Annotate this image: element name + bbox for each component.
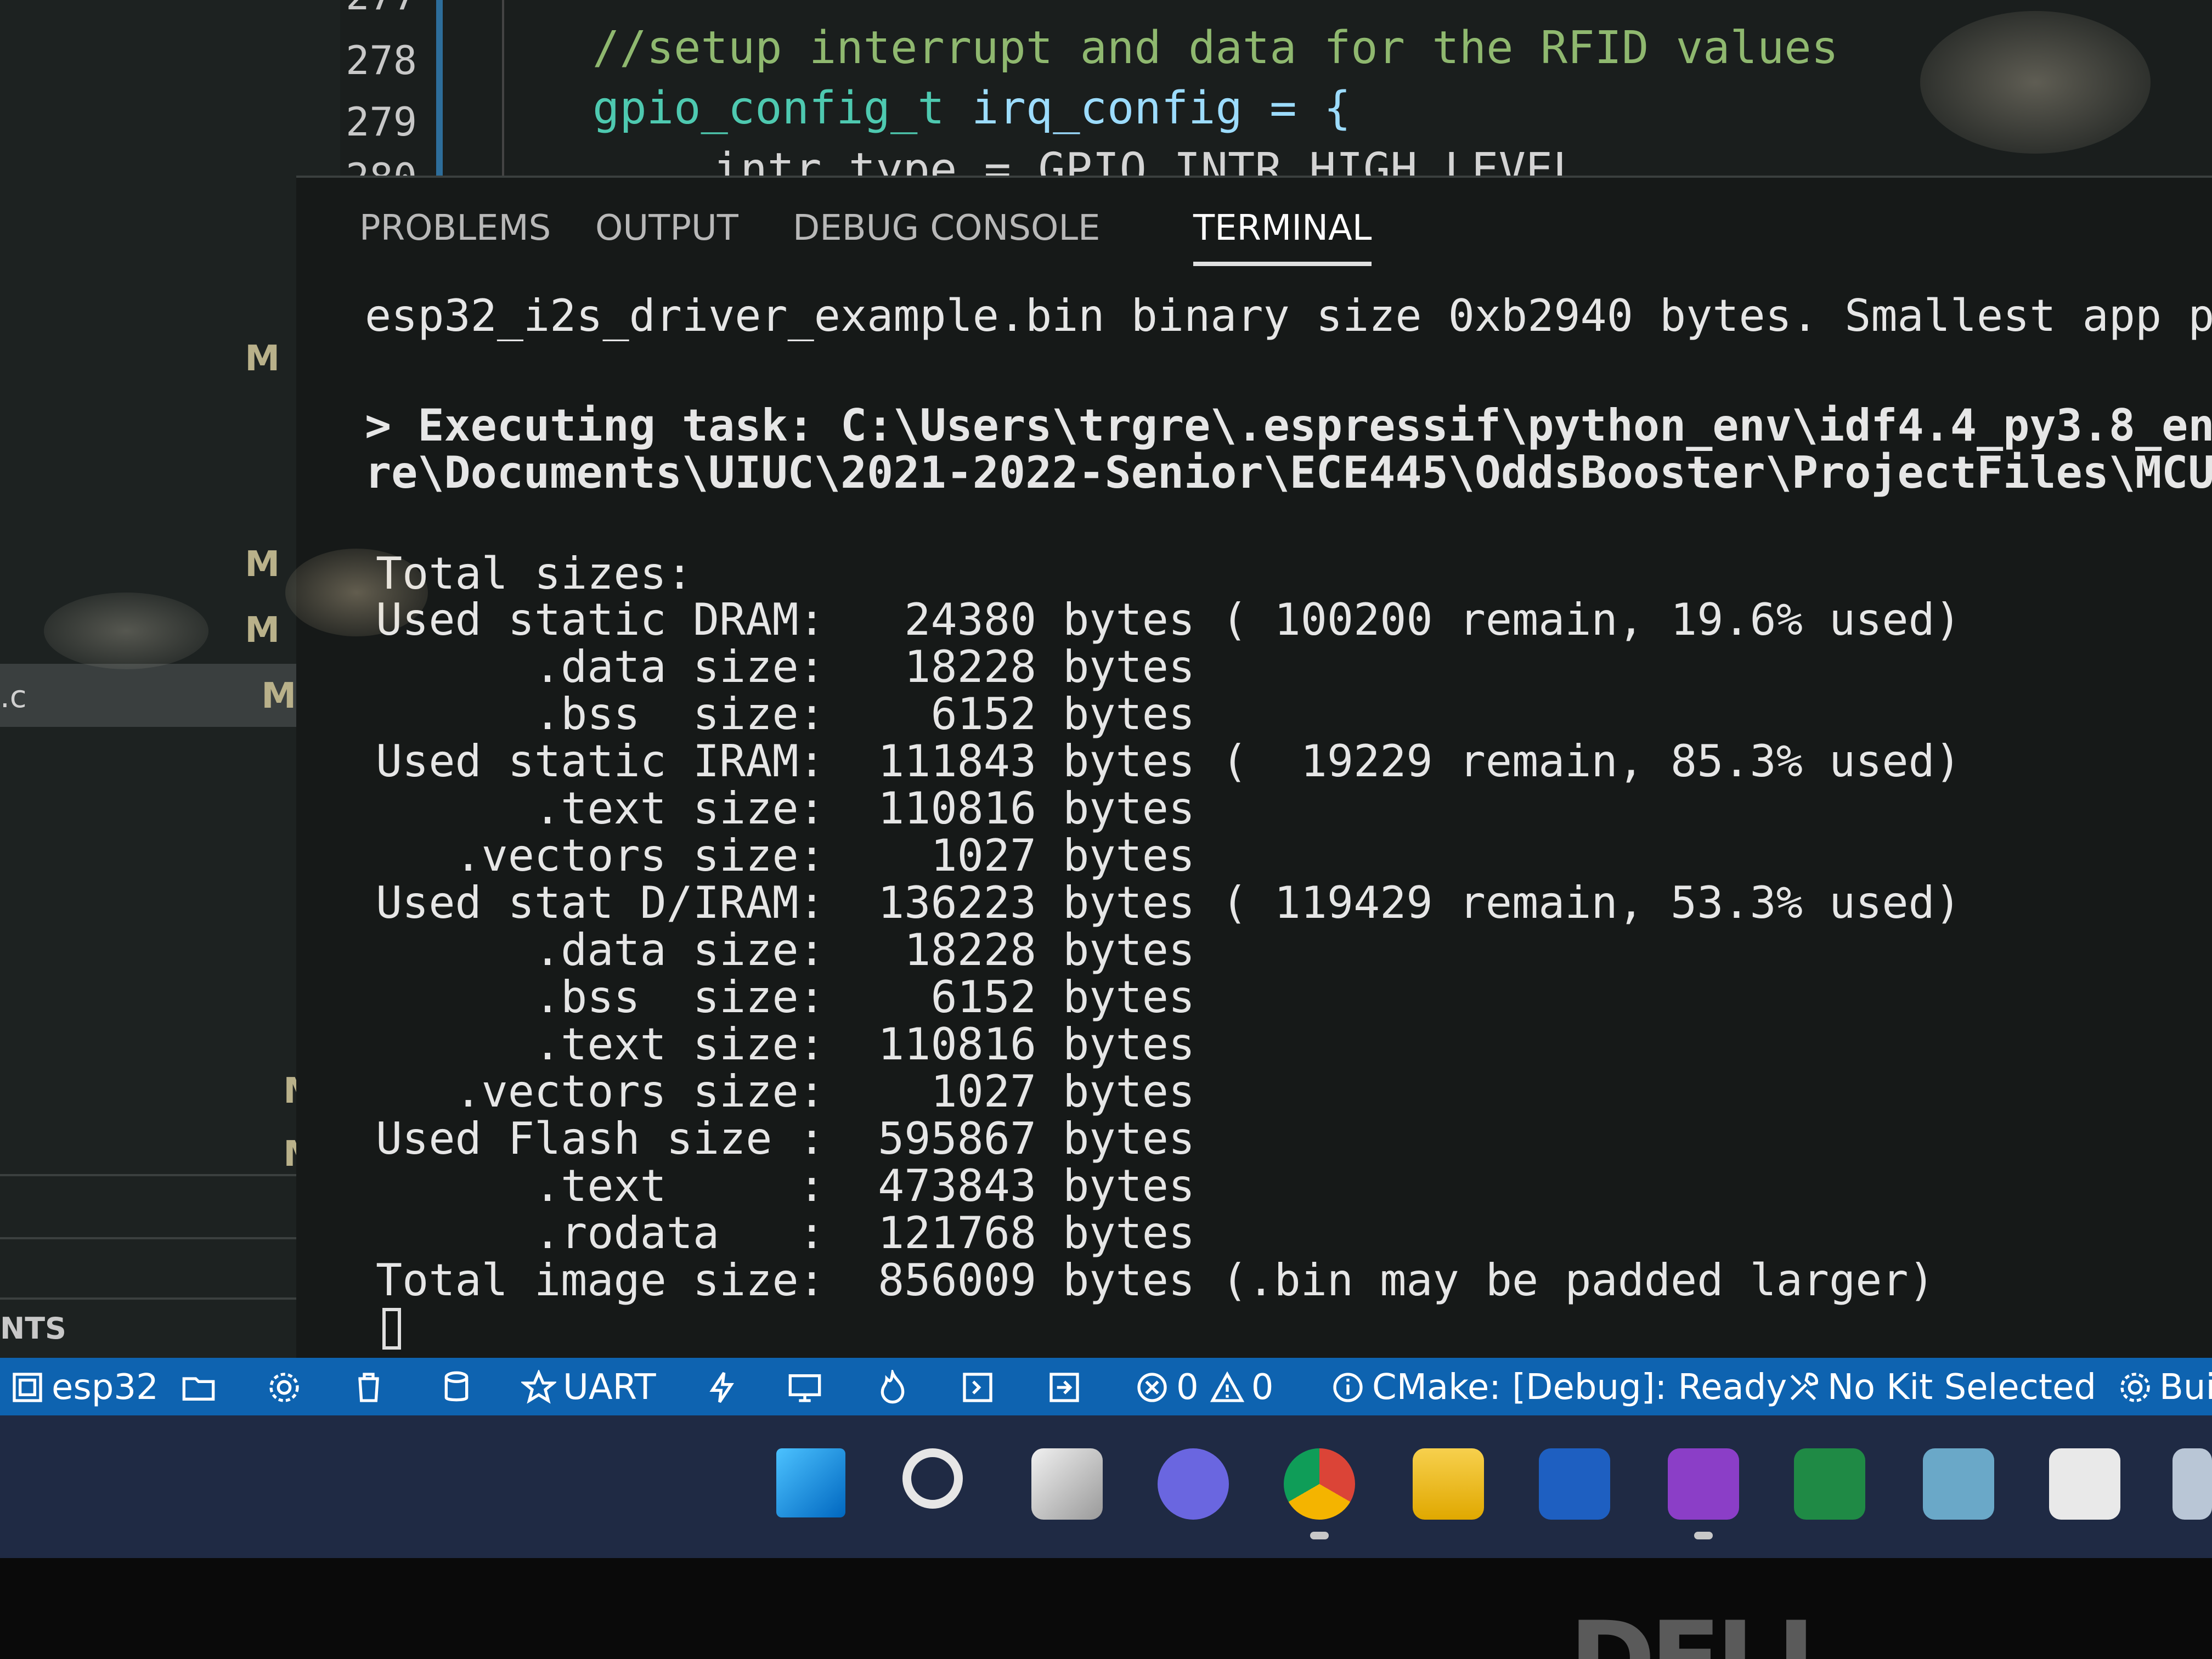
- tab-debug-console[interactable]: DEBUG CONSOLE: [793, 208, 1100, 249]
- resource-monitor-icon[interactable]: [1923, 1448, 1994, 1520]
- tools-icon: [1790, 1373, 1818, 1401]
- indent-guide: [502, 0, 504, 176]
- warning-count: 0: [1251, 1367, 1274, 1408]
- monitor-logo: DELL: [1569, 1599, 1843, 1659]
- terminal-line: .data size: 18228 bytes: [376, 924, 1195, 975]
- status-build-label: Bui: [2159, 1367, 2212, 1408]
- excel-icon[interactable]: [1794, 1448, 1865, 1520]
- explorer-file-row[interactable]: M: [0, 532, 329, 592]
- code-comment-line[interactable]: //setup interrupt and data for the RFID …: [592, 22, 1838, 74]
- status-kit-label: No Kit Selected: [1827, 1367, 2096, 1408]
- explorer-file-row[interactable]: M: [0, 326, 329, 387]
- status-uart[interactable]: UART: [521, 1367, 656, 1408]
- explorer-file-row-active[interactable]: .c M: [0, 664, 329, 727]
- start-icon[interactable]: [776, 1448, 845, 1517]
- status-cmake-label: CMake: [Debug]: Ready: [1372, 1367, 1787, 1408]
- terminal-line: Total sizes:: [376, 548, 693, 599]
- flash-icon[interactable]: [705, 1368, 747, 1407]
- explorer-sidebar: M M M .c M M M NTS: [0, 0, 354, 1358]
- gear-icon: [2120, 1373, 2150, 1402]
- file-explorer-icon[interactable]: [1413, 1448, 1484, 1520]
- file-name-suffix: .c: [0, 679, 27, 715]
- gear-icon[interactable]: [267, 1368, 308, 1407]
- running-indicator: [1694, 1532, 1713, 1539]
- terminal-line: Used static DRAM: 24380 bytes ( 100200 r…: [376, 594, 1961, 645]
- terminal-line: .bss size: 6152 bytes: [376, 972, 1195, 1023]
- terminal-line: re\Documents\UIUC\2021-2022-Senior\ECE44…: [365, 447, 2212, 498]
- code-type: gpio_config_t: [592, 82, 945, 134]
- line-number: 278: [346, 37, 417, 83]
- run-icon[interactable]: [1047, 1368, 1088, 1407]
- status-target[interactable]: esp32: [10, 1367, 159, 1408]
- git-change-bar: [436, 0, 443, 176]
- explorer-file-row[interactable]: M: [0, 1122, 329, 1182]
- git-modified-marker: M: [261, 676, 296, 716]
- chrome-icon[interactable]: [1284, 1448, 1355, 1520]
- monitor-bezel: [0, 1558, 2212, 1659]
- warning-icon: [1210, 1371, 1244, 1402]
- code-line-irq-config[interactable]: gpio_config_t irq_config = {: [592, 82, 1351, 134]
- terminal-line: .vectors size: 1027 bytes: [376, 830, 1195, 881]
- terminal-line: Used static IRAM: 111843 bytes ( 19229 r…: [376, 736, 1961, 787]
- snipping-tool-icon[interactable]: [2049, 1448, 2120, 1520]
- terminal-line: .text size: 110816 bytes: [376, 783, 1195, 834]
- terminal-cursor: [382, 1308, 401, 1350]
- explorer-file-row[interactable]: M: [0, 598, 329, 658]
- status-problems[interactable]: 0 0: [1135, 1367, 1274, 1408]
- code-rest: irq_config = {: [944, 82, 1351, 134]
- teams-chat-icon[interactable]: [1158, 1448, 1229, 1520]
- star-icon: [521, 1370, 556, 1404]
- running-indicator: [1310, 1532, 1329, 1539]
- terminal-line: > Executing task: C:\Users\trgre\.espres…: [365, 400, 2212, 451]
- status-target-label: esp32: [52, 1367, 159, 1408]
- explorer-file-row[interactable]: M: [0, 1059, 329, 1119]
- sidebar-section-label[interactable]: NTS: [0, 1311, 66, 1346]
- line-number: 277: [346, 0, 417, 19]
- status-bar: esp32 UART 0 0 CMake: [Debug]: Ready No …: [0, 1358, 2212, 1415]
- task-view-icon[interactable]: [1031, 1448, 1103, 1520]
- line-number: 279: [346, 99, 417, 145]
- status-uart-label: UART: [563, 1367, 656, 1408]
- info-icon: [1333, 1373, 1363, 1402]
- search-icon[interactable]: [902, 1448, 963, 1509]
- error-icon: [1137, 1373, 1167, 1402]
- terminal-line: esp32_i2s_driver_example.bin binary size…: [365, 290, 2212, 341]
- folder-icon[interactable]: [181, 1368, 223, 1407]
- git-modified-marker: M: [245, 610, 280, 651]
- status-cmake[interactable]: CMake: [Debug]: Ready: [1330, 1367, 1787, 1408]
- database-icon[interactable]: [439, 1368, 481, 1407]
- terminal-line: Used Flash size : 595867 bytes: [376, 1113, 1195, 1164]
- onenote-icon[interactable]: [1668, 1448, 1739, 1520]
- tab-output[interactable]: OUTPUT: [595, 208, 738, 249]
- monitor-screen: 277 278 279 280 //setup interrupt and da…: [0, 0, 2212, 1415]
- terminal-line: .data size: 18228 bytes: [376, 641, 1195, 692]
- monitor-icon[interactable]: [787, 1368, 829, 1407]
- tab-problems[interactable]: PROBLEMS: [359, 208, 551, 249]
- tab-terminal[interactable]: TERMINAL: [1193, 208, 1372, 266]
- terminal-line: .bss size: 6152 bytes: [376, 689, 1195, 740]
- code-editor[interactable]: 277 278 279 280 //setup interrupt and da…: [307, 0, 2212, 201]
- word-icon[interactable]: [1539, 1448, 1610, 1520]
- active-tab-indicator: [1193, 262, 1372, 266]
- tab-terminal-label: TERMINAL: [1193, 208, 1372, 249]
- flame-icon[interactable]: [875, 1368, 917, 1407]
- chip-icon: [13, 1373, 42, 1402]
- bottom-panel: PROBLEMS OUTPUT DEBUG CONSOLE TERMINAL e…: [296, 176, 2212, 1358]
- git-modified-marker: M: [245, 338, 280, 379]
- terminal-line: .rodata : 121768 bytes: [376, 1207, 1195, 1259]
- windows-taskbar: [0, 1415, 2212, 1558]
- git-modified-marker: M: [245, 544, 280, 585]
- virtualbox-icon[interactable]: [2172, 1448, 2212, 1520]
- terminal-line: Total image size: 856009 bytes (.bin may…: [376, 1255, 1935, 1306]
- terminal-line: .text : 473843 bytes: [376, 1160, 1195, 1211]
- error-count: 0: [1176, 1367, 1199, 1408]
- status-build[interactable]: Bui: [2118, 1367, 2212, 1408]
- terminal-line: .text size: 110816 bytes: [376, 1019, 1195, 1070]
- trash-icon[interactable]: [351, 1368, 393, 1407]
- status-kit[interactable]: No Kit Selected: [1786, 1367, 2096, 1408]
- terminal-icon[interactable]: [960, 1368, 1002, 1407]
- terminal-line: .vectors size: 1027 bytes: [376, 1066, 1195, 1117]
- terminal-line: Used stat D/IRAM: 136223 bytes ( 119429 …: [376, 877, 1961, 928]
